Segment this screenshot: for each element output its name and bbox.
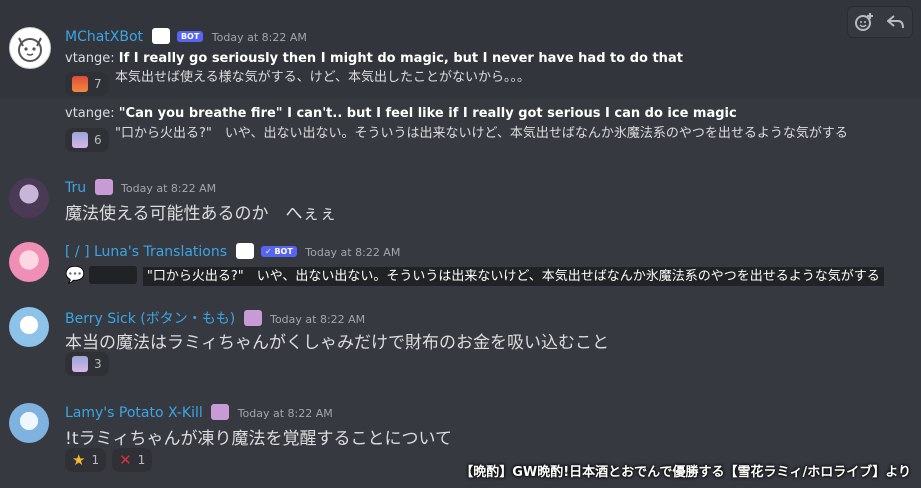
reactions: 7 bbox=[65, 72, 109, 96]
role-icon bbox=[211, 404, 230, 420]
bot-badge: BOT bbox=[176, 31, 204, 42]
message-tru: Tru Today at 8:22 AM 魔法使える可能性あるのか へぇぇ bbox=[0, 170, 921, 230]
lamy-emoji-icon bbox=[72, 356, 88, 372]
message-line: vtange: "Can you breathe fire" I can't..… bbox=[65, 106, 737, 121]
role-icon bbox=[243, 310, 262, 326]
reaction-count: 3 bbox=[94, 357, 102, 371]
avatar-berry[interactable] bbox=[9, 307, 49, 347]
message-text: !tラミィちゃんが凍り魔法を覚醒することについて bbox=[65, 429, 452, 449]
message-line: 💬 "口から火出る?" いや、出ない出ない。そういうは出来ないけど、本気出せばなん… bbox=[65, 265, 884, 286]
line-english: "Can you breathe fire" I can't.. but I f… bbox=[118, 106, 737, 121]
reaction-fire[interactable]: 7 bbox=[65, 72, 109, 96]
message-line: vtange: If I really go seriously then I … bbox=[65, 51, 683, 66]
line-japanese: "口から火出る?" いや、出ない出ない。そういうは出来ないけど、本気出せばなんか… bbox=[115, 126, 848, 141]
reply-icon[interactable] bbox=[880, 7, 912, 37]
lamy-emoji-icon bbox=[72, 132, 88, 148]
timestamp: Today at 8:22 AM bbox=[305, 246, 401, 259]
message-mchatxbot-continued: vtange: "Can you breathe fire" I can't..… bbox=[0, 98, 921, 158]
message-text: "口から火出る?" いや、出ない出ない。そういうは出来ないけど、本気出せばなんか… bbox=[142, 267, 884, 286]
redacted-block bbox=[88, 266, 137, 284]
reaction-lamy[interactable]: 6 bbox=[65, 128, 109, 152]
source-caption: 【晩酌】GW晩酌!日本酒とおでんで優勝する【雪花ラミィ/ホロライブ】より bbox=[460, 465, 911, 480]
avatar-tru[interactable] bbox=[9, 178, 49, 218]
avatar-mchatxbot[interactable] bbox=[9, 27, 51, 69]
timestamp: Today at 8:22 AM bbox=[270, 313, 366, 326]
star-emoji-icon: ★ bbox=[72, 451, 86, 469]
reaction-cross[interactable]: ✕ 1 bbox=[112, 448, 153, 472]
author-name[interactable]: [ / ] Luna's Translations bbox=[65, 244, 227, 260]
message-toolbar bbox=[847, 6, 913, 38]
avatar-lamys-potato[interactable] bbox=[9, 403, 49, 443]
cat-icon bbox=[151, 28, 170, 44]
reaction-star[interactable]: ★ 1 bbox=[65, 448, 107, 472]
reactions: 6 bbox=[65, 128, 109, 152]
message-text: 魔法使える可能性あるのか へぇぇ bbox=[65, 204, 337, 224]
reaction-count: 6 bbox=[94, 133, 102, 147]
timestamp: Today at 8:22 AM bbox=[211, 31, 307, 44]
line-prefix: vtange: bbox=[65, 51, 119, 66]
author-name[interactable]: MChatXBot bbox=[65, 29, 143, 45]
bot-badge: ✓ BOT bbox=[260, 246, 297, 257]
message-text: 本当の魔法はラミィちゃんがくしゃみだけで財布のお金を吸い込むこと bbox=[65, 333, 609, 353]
author-name[interactable]: Lamy's Potato X-Kill bbox=[65, 405, 203, 421]
reactions: 3 bbox=[65, 352, 109, 376]
fire-emoji-icon bbox=[72, 76, 88, 92]
line-english: If I really go seriously then I might do… bbox=[118, 51, 683, 66]
cross-emoji-icon: ✕ bbox=[119, 451, 132, 469]
reaction-lamy[interactable]: 3 bbox=[65, 352, 109, 376]
message-luna: [ / ] Luna's Translations ✓ BOT Today at… bbox=[0, 234, 921, 292]
message-mchatxbot: MChatXBot BOT Today at 8:22 AM vtange: I… bbox=[0, 0, 921, 98]
timestamp: Today at 8:22 AM bbox=[121, 182, 217, 195]
reaction-count: 7 bbox=[94, 77, 102, 91]
avatar-luna[interactable] bbox=[9, 242, 49, 282]
line-prefix: vtange: bbox=[65, 106, 119, 121]
reactions: ★ 1 ✕ 1 bbox=[65, 448, 153, 472]
role-icon bbox=[94, 179, 113, 195]
cat-icon bbox=[235, 243, 254, 259]
reaction-count: 1 bbox=[137, 453, 146, 467]
add-reaction-icon[interactable] bbox=[848, 7, 880, 37]
author-name[interactable]: Berry Sick (ボタン・もも) bbox=[65, 311, 235, 327]
line-japanese: 本気出せば使える様な気がする、けど、本気出したことがないから。。。 bbox=[115, 70, 530, 85]
speech-bubble-icon: 💬 bbox=[65, 265, 85, 284]
author-name[interactable]: Tru bbox=[65, 180, 86, 196]
message-berry: Berry Sick (ボタン・もも) Today at 8:22 AM 本当の… bbox=[0, 297, 921, 381]
timestamp: Today at 8:22 AM bbox=[237, 407, 333, 420]
reaction-count: 1 bbox=[91, 453, 100, 467]
